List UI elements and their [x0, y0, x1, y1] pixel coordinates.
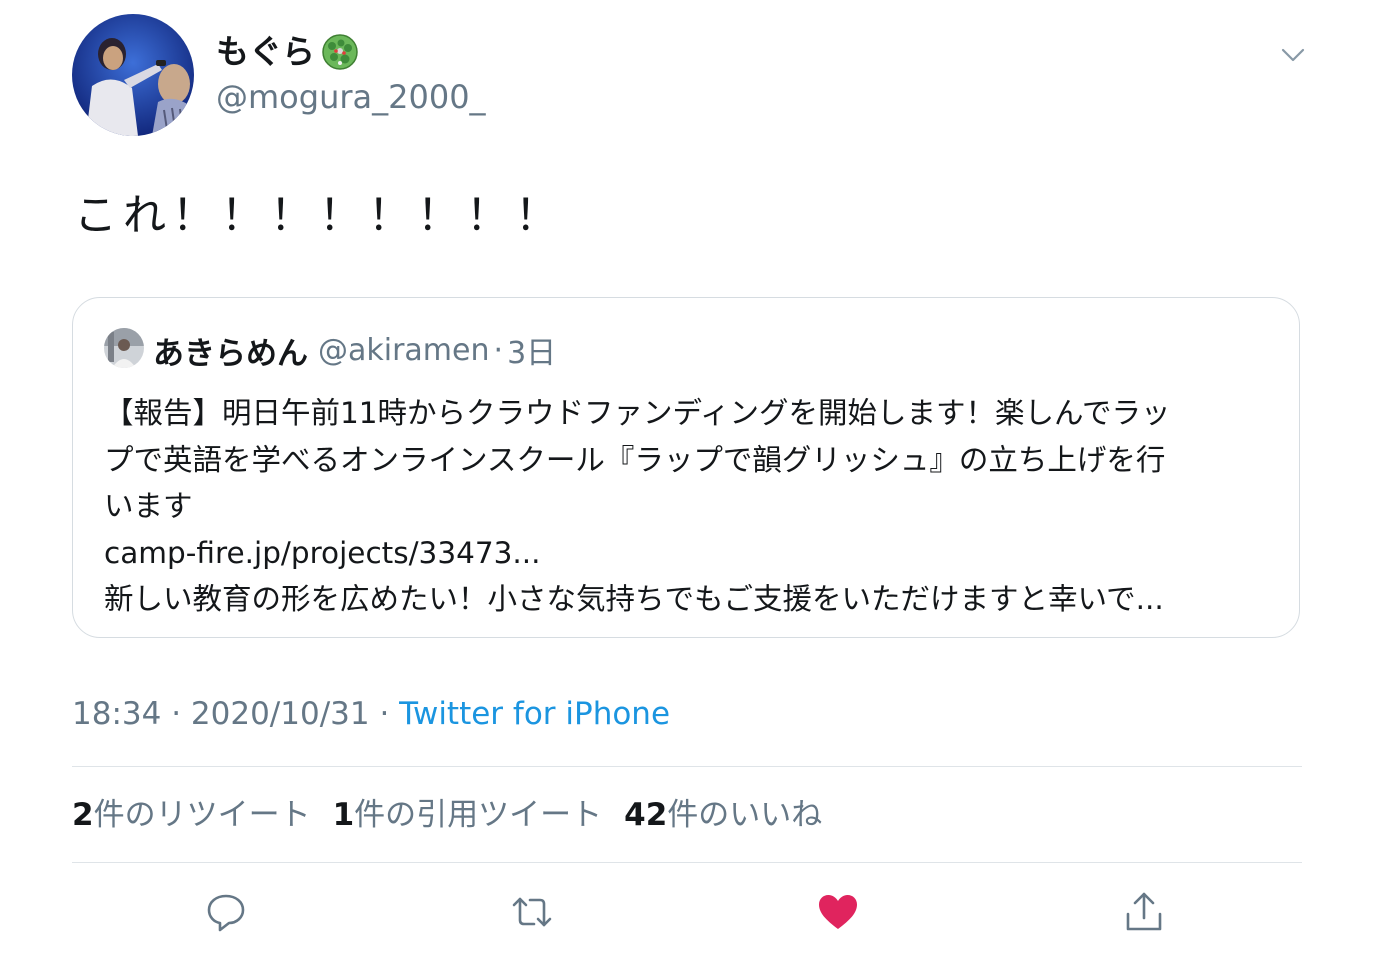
quotes-count: 1: [332, 797, 355, 833]
quotes-stat[interactable]: 1件の引用ツイート: [333, 794, 603, 836]
author-handle[interactable]: @mogura_2000_: [216, 76, 486, 118]
globe-emoji-icon: [321, 33, 359, 71]
meta-separator: ·: [369, 696, 400, 732]
quoted-tweet-body: 【報告】明日午前11時からクラウドファンディングを開始します！楽しんでラッ プで…: [104, 390, 1264, 623]
reply-button[interactable]: [204, 890, 248, 934]
quoted-separator: ·: [493, 332, 504, 368]
tweet-meta: 18:34 · 2020/10/31 · Twitter for iPhone: [72, 694, 670, 734]
likes-count: 42: [624, 797, 668, 833]
author-avatar[interactable]: [72, 14, 194, 136]
quoted-text-line: プで英語を学べるオンラインスクール『ラップで韻グリッシュ』の立ち上げを行: [104, 442, 1166, 477]
author-name-text: もぐら: [216, 32, 315, 71]
quotes-label: 件の引用ツイート: [354, 797, 603, 833]
retweet-icon: [512, 897, 552, 927]
quoted-text-line: 【報告】明日午前11時からクラウドファンディングを開始します！楽しんでラッ: [104, 396, 1171, 430]
quoted-author-handle: @akiramen: [318, 332, 490, 368]
quoted-timestamp: 3日: [507, 336, 557, 371]
quoted-tweet-card[interactable]: あきらめん @akiramen · 3日 【報告】明日午前11時からクラウドファ…: [72, 297, 1300, 638]
divider: [72, 862, 1302, 863]
retweet-button[interactable]: [510, 890, 554, 934]
quoted-text-line: 新しい教育の形を広めたい！小さな気持ちでもご支援をいただけますと幸いで...: [104, 582, 1164, 616]
quoted-tweet-header: あきらめん @akiramen · 3日: [153, 328, 556, 372]
heart-icon: [819, 895, 857, 929]
tweet-stats: 2件のリツイート 1件の引用ツイート 42件のいいね: [72, 794, 844, 836]
quoted-text-line: います: [104, 489, 193, 523]
quoted-author-avatar: [104, 328, 144, 368]
quoted-link: camp-fire.jp/projects/33473...: [104, 535, 541, 570]
retweets-label: 件のリツイート: [93, 797, 311, 833]
retweets-stat[interactable]: 2件のリツイート: [72, 794, 311, 836]
quoted-author-name: あきらめん: [153, 335, 308, 372]
tweet-source-link[interactable]: Twitter for iPhone: [399, 696, 670, 732]
tweet-text: これ！！！！！！！！: [74, 191, 564, 241]
likes-stat[interactable]: 42件のいいね: [624, 794, 822, 836]
likes-label: 件のいいね: [667, 797, 823, 833]
meta-separator: ·: [161, 696, 191, 732]
like-button[interactable]: [816, 890, 860, 934]
retweets-count: 2: [72, 797, 94, 833]
tweet-date: 2020/10/31: [190, 696, 370, 732]
reply-icon: [207, 894, 245, 932]
chevron-down-icon[interactable]: [1278, 40, 1308, 70]
share-icon: [1126, 892, 1162, 931]
tweet-time: 18:34: [72, 696, 162, 732]
divider: [72, 766, 1302, 767]
author-display-name[interactable]: もぐら: [216, 30, 359, 74]
share-button[interactable]: [1122, 890, 1166, 934]
